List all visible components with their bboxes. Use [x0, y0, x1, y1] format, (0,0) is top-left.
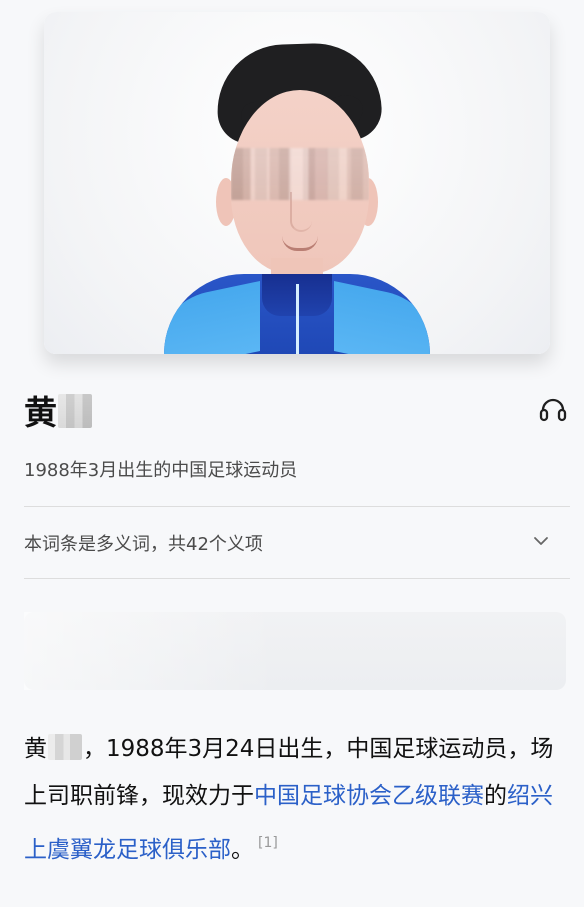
inline-name-redaction [48, 734, 82, 760]
disambiguation-text[interactable]: 本词条是多义词，共42个义项 [24, 530, 263, 556]
citation-reference[interactable]: [1] [258, 835, 278, 851]
page-title-text: 黄 [24, 393, 57, 432]
jacket-zipper [296, 284, 299, 354]
headphones-icon[interactable] [536, 392, 570, 426]
section-divider-top [24, 506, 570, 507]
title-row: 黄 [24, 386, 570, 438]
subtitle: 1988年3月出生的中国足球运动员 [24, 460, 298, 481]
article-part-3: 。 [231, 837, 254, 863]
nose [290, 192, 312, 232]
league-link[interactable]: 中国足球协会乙级联赛 [254, 783, 484, 809]
placeholder-card [24, 612, 566, 690]
face [231, 90, 369, 274]
bottom-fade [0, 867, 584, 907]
mouth [282, 236, 318, 251]
jacket [164, 274, 430, 354]
chevron-down-icon[interactable] [532, 532, 550, 550]
profile-photo-card [44, 12, 550, 354]
section-divider-bottom [24, 578, 570, 579]
name-redaction [58, 394, 92, 428]
article-summary: 黄，1988年3月24日出生，中国足球运动员，场上司职前锋，现效力于中国足球协会… [24, 726, 564, 874]
page-title: 黄 [24, 386, 57, 434]
encyclopedia-page: 黄 1988年3月出生的中国足球运动员 本词条是多义词，共42个义项 黄，198… [0, 0, 584, 907]
article-name-prefix: 黄 [24, 736, 47, 762]
profile-photo [154, 36, 440, 354]
article-part-2: 的 [484, 783, 507, 809]
